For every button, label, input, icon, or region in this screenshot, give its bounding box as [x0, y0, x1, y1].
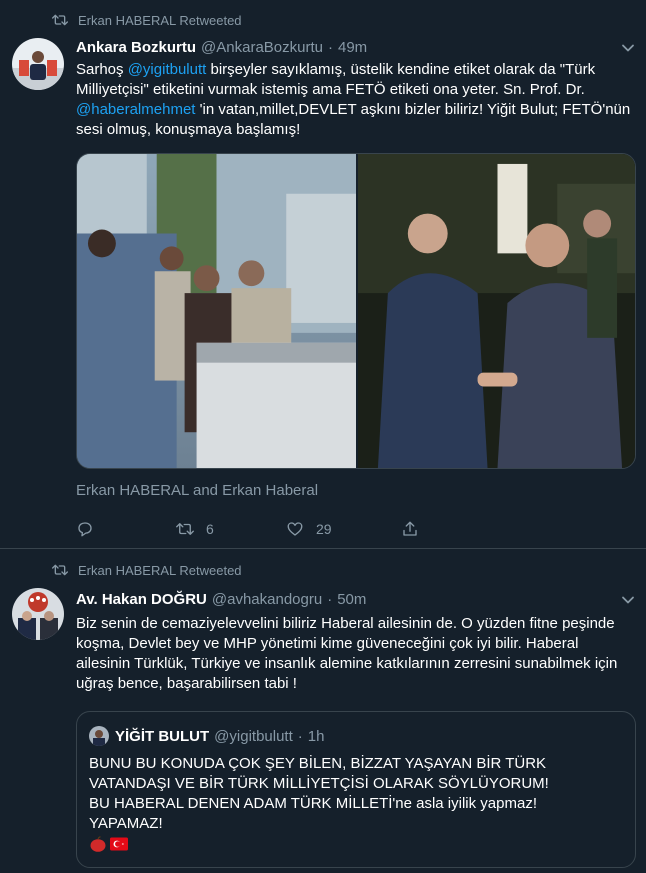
quoted-timestamp: 1h	[307, 727, 325, 745]
quoted-tweet-header: YİĞİT BULUT @yigitbulutt · 1h	[89, 726, 324, 746]
photo-right[interactable]	[358, 154, 635, 468]
author-name[interactable]: Ankara Bozkurtu	[76, 39, 196, 56]
quoted-tweet[interactable]: YİĞİT BULUT @yigitbulutt · 1h BUNU BU KO…	[76, 711, 636, 868]
quoted-tweet-text: BUNU BU KONUDA ÇOK ŞEY BİLEN, BİZZAT YAŞ…	[89, 754, 609, 854]
tagged-users[interactable]: Erkan HABERAL and Erkan Haberal	[76, 482, 318, 499]
avatar-image	[12, 588, 64, 640]
author-name[interactable]: Av. Hakan DOĞRU	[76, 591, 207, 608]
reply-icon	[78, 522, 92, 537]
tweet-text-part: Sarhoş	[76, 61, 128, 78]
retweet-count: 6	[206, 521, 214, 537]
quoted-text-line: VATANDAŞI VE BİR TÜRK MİLLİYETÇİSİ OLARA…	[89, 775, 549, 792]
quoted-author-handle: @yigitbulutt	[214, 727, 293, 745]
reply-action[interactable]	[76, 520, 176, 538]
quoted-text-line: YAPAMAZ!	[89, 815, 163, 832]
tweet-text: Sarhoş @yigitbulutt birşeyler sayıklamış…	[76, 60, 631, 140]
tweet-text: Biz senin de cemaziyelevvelini biliriz H…	[76, 615, 618, 692]
tweet-header: Ankara Bozkurtu @AnkaraBozkurtu · 49m	[76, 37, 367, 57]
quoted-text-line: BU HABERAL DENEN ADAM TÜRK MİLLETİ'ne as…	[89, 795, 537, 812]
like-action[interactable]: 29	[286, 520, 401, 538]
author-handle[interactable]: @AnkaraBozkurtu	[201, 39, 323, 56]
turkish-flag-icon	[110, 837, 128, 851]
quoted-author-name: YİĞİT BULUT	[115, 727, 210, 745]
like-count: 29	[316, 521, 332, 537]
photo-left[interactable]	[77, 154, 356, 468]
share-action[interactable]	[401, 520, 419, 538]
separator-dot: ·	[327, 38, 333, 56]
share-icon	[403, 521, 417, 536]
retweet-context: Erkan HABERAL Retweeted	[52, 562, 242, 578]
mention-link[interactable]: @haberalmehmet	[76, 101, 195, 118]
timestamp[interactable]: 49m	[338, 39, 367, 56]
retweet-icon	[176, 523, 194, 535]
timestamp[interactable]: 50m	[337, 591, 366, 608]
tweet-2[interactable]: Erkan HABERAL Retweeted Av. Hakan DOĞRU …	[0, 550, 646, 873]
retweet-icon	[52, 564, 68, 576]
mention-link[interactable]: @yigitbulutt	[128, 61, 207, 78]
avatar	[89, 726, 109, 746]
retweet-context-label: Erkan HABERAL Retweeted	[78, 562, 242, 578]
heart-icon	[287, 522, 303, 536]
quoted-text-line: BUNU BU KONUDA ÇOK ŞEY BİLEN, BİZZAT YAŞ…	[89, 755, 547, 772]
tweet-1[interactable]: Erkan HABERAL Retweeted Ankara Bozkurtu …	[0, 0, 646, 549]
avatar[interactable]	[12, 588, 64, 640]
apple-icon	[90, 836, 106, 852]
media-grid	[76, 153, 636, 469]
emoji-line	[89, 834, 609, 854]
chevron-down-icon[interactable]	[620, 40, 636, 56]
chevron-down-icon[interactable]	[620, 592, 636, 608]
separator-dot: ·	[327, 590, 333, 608]
avatar-image	[89, 726, 109, 746]
retweet-context: Erkan HABERAL Retweeted	[52, 12, 242, 28]
retweet-action[interactable]: 6	[176, 520, 286, 538]
separator-dot: ·	[297, 727, 303, 745]
avatar-image	[12, 38, 64, 90]
retweet-icon	[52, 14, 68, 26]
tweet-header: Av. Hakan DOĞRU @avhakandogru · 50m	[76, 589, 366, 609]
retweet-context-label: Erkan HABERAL Retweeted	[78, 12, 242, 28]
author-handle[interactable]: @avhakandogru	[212, 591, 322, 608]
avatar[interactable]	[12, 38, 64, 90]
tweet-actions: 6 29	[76, 518, 496, 540]
